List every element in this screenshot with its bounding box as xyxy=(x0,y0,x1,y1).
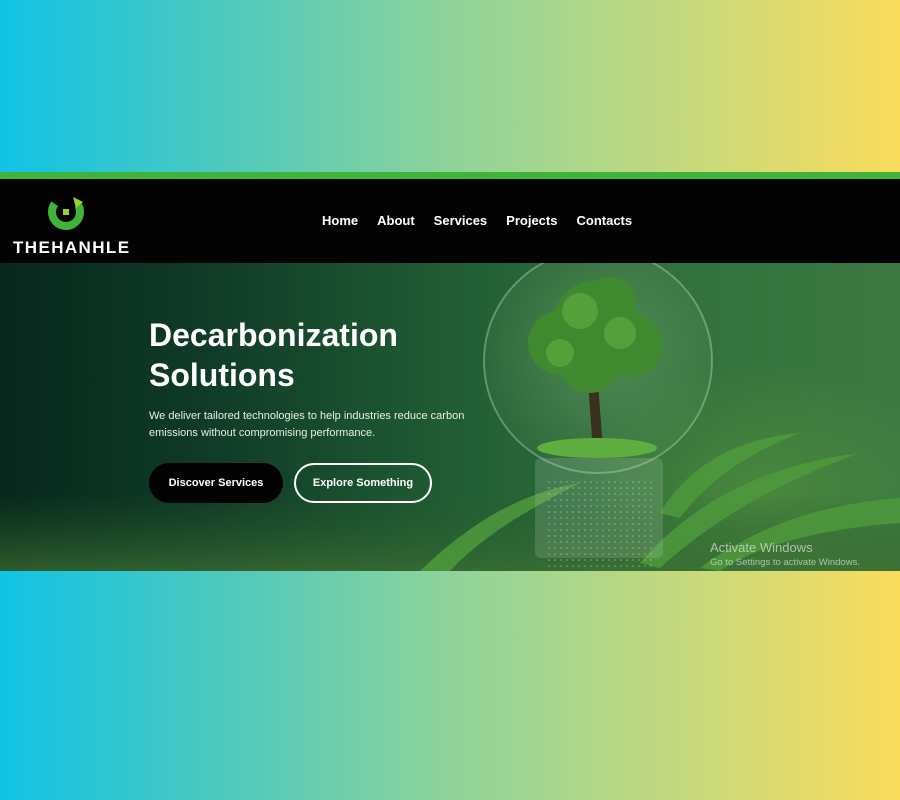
nav-contacts[interactable]: Contacts xyxy=(576,213,632,228)
navbar: THEHANHLE Home About Services Projects C… xyxy=(0,179,900,263)
watermark-subtitle: Go to Settings to activate Windows. xyxy=(710,557,860,568)
top-accent-strip xyxy=(0,172,900,179)
hero-description: We deliver tailored technologies to help… xyxy=(149,410,465,439)
nav-about[interactable]: About xyxy=(377,213,415,228)
main-nav: Home About Services Projects Contacts xyxy=(322,213,632,228)
hero-content: Decarbonization Solutions We deliver tai… xyxy=(149,315,529,442)
recycle-arrow-icon xyxy=(48,194,84,230)
activate-windows-watermark: Activate Windows Go to Settings to activ… xyxy=(710,540,860,569)
hero-buttons: Discover Services Explore Something xyxy=(149,463,432,503)
website-screenshot: THEHANHLE Home About Services Projects C… xyxy=(0,172,900,571)
hero-section: Decarbonization Solutions We deliver tai… xyxy=(0,263,900,571)
logo[interactable]: THEHANHLE xyxy=(13,191,133,257)
explore-something-button[interactable]: Explore Something xyxy=(294,463,432,503)
discover-services-button[interactable]: Discover Services xyxy=(149,463,283,503)
hero-title: Decarbonization Solutions xyxy=(149,317,398,393)
watermark-title: Activate Windows xyxy=(710,540,813,555)
nav-projects[interactable]: Projects xyxy=(506,213,557,228)
brand-name: THEHANHLE xyxy=(13,238,131,257)
nav-home[interactable]: Home xyxy=(322,213,358,228)
nav-services[interactable]: Services xyxy=(434,213,488,228)
